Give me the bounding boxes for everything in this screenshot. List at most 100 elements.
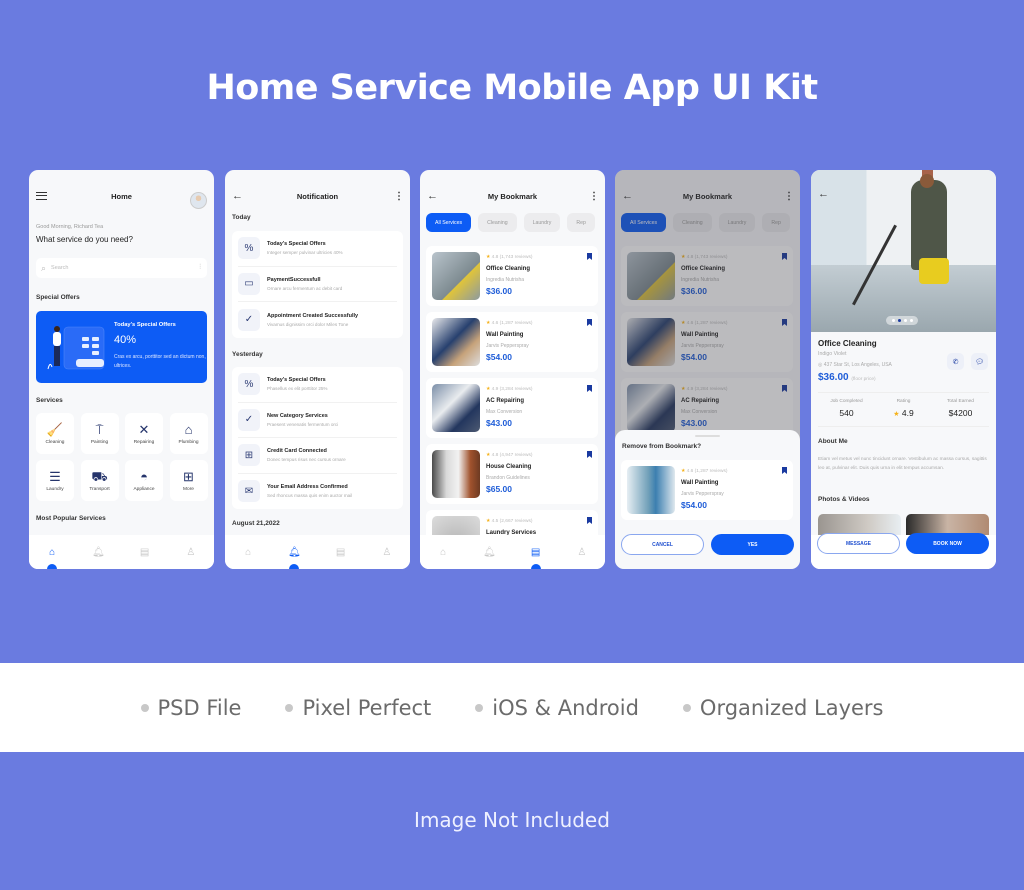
tab-profile[interactable]: ♙ [181,547,201,558]
star-icon: ★ [486,519,491,524]
home-screen: Home Good Morning, Richard Tea What serv… [29,170,214,569]
filter-icon[interactable]: ⫶ [199,264,201,272]
remove-bookmark-sheet: Remove from Bookmark? ★ 4.6 (1,287 revie… [615,430,800,569]
section-today: Today [232,214,251,221]
tab-notifications[interactable]: 🔔︎ [88,547,108,558]
bookmark-card[interactable]: ★ 4.6 (1,287 reviews) Wall Painting Jarv… [426,312,598,372]
bullet-icon [140,703,149,712]
chip-repairing[interactable]: Rep [567,213,595,232]
special-offer-banner[interactable]: Today's Special Offers 40% Cras ex arcu,… [36,311,207,383]
services-grid: 🧹 Cleaning ⍑ Painting ✕ Repairing ⌂ Plumbing… [36,413,208,501]
back-arrow-icon[interactable]: ← [427,190,438,202]
service-price: $36.00 [818,372,849,383]
percent-icon: % [238,373,260,396]
offer-title: Today's Special Offers [114,322,176,328]
bookmark-card[interactable]: ★ 4.9 (3,284 reviews) AC Repairing Max C… [426,378,598,438]
service-photo-carousel[interactable]: ← [811,170,996,332]
photos-heading: Photos & Videos [818,496,870,503]
mail-icon: ✉ [238,480,260,503]
tab-bookings[interactable]: ▤ [331,547,351,558]
question-heading: What service do you need? [36,235,133,244]
chat-icon[interactable]: 💬︎ [971,353,988,370]
avatar[interactable] [190,192,207,209]
remove-bookmark-screen: ← My Bookmark ⋮ All Services Cleaning La… [615,170,800,569]
book-now-button[interactable]: BOOK NOW [906,533,989,554]
bookmark-icon[interactable] [587,451,592,458]
service-more[interactable]: ⊞ More [169,460,208,501]
services-heading: Services [36,397,63,404]
notification-item[interactable]: % Today's Special Offers Phasellus ex eli… [238,367,397,403]
service-transport[interactable]: ⛟ Transport [80,460,119,501]
service-plumbing[interactable]: ⌂ Plumbing [169,413,208,454]
tab-home[interactable]: ⌂ [433,547,453,558]
star-icon: ★ [486,321,491,326]
features-strip: PSD File Pixel Perfect iOS & Android Org… [0,663,1024,752]
service-appliance[interactable]: ◓ Appliance [125,460,163,501]
sheet-title: Remove from Bookmark? [622,443,702,450]
bookmark-icon[interactable] [587,253,592,260]
about-heading: About Me [818,438,848,445]
menu-icon[interactable] [36,192,47,200]
tab-home[interactable]: ⌂ [42,547,62,569]
screen-title: Notification [296,191,339,201]
tab-notifications[interactable]: 🔔︎ [284,547,304,569]
service-painting[interactable]: ⍑ Painting [80,413,119,454]
provider-stats: Job Completed 540 Rating ★ 4.9 Total Earne… [818,392,989,427]
cancel-button[interactable]: CANCEL [621,534,704,555]
percent-icon: % [238,237,260,260]
check-circle-icon: ✓ [238,308,260,331]
tab-bar: ⌂ 🔔︎ ▤ ♙ [29,535,214,569]
chip-all-services[interactable]: All Services [426,213,472,232]
service-image [432,450,480,498]
search-input[interactable]: ⌕ Search ⫶ [36,258,207,278]
location-pin-icon: ◎ [818,362,823,368]
screen-title: Home [111,191,132,201]
bullet-icon [475,703,484,712]
star-icon: ★ [486,453,491,458]
bookmark-icon[interactable] [587,319,592,326]
feature-item: PSD File [140,696,241,720]
bookmark-card[interactable]: ★ 4.8 (4,947 reviews) House Cleaning Bra… [426,444,598,504]
confirm-remove-button[interactable]: YES [711,534,794,555]
stat-earned: Total Earned $4200 [947,399,974,418]
chip-laundry[interactable]: Laundry [523,213,561,232]
search-placeholder: Search [51,265,69,271]
more-vertical-icon[interactable]: ⋮ [589,191,599,202]
search-icon: ⌕ [41,262,47,273]
service-image [432,252,480,300]
service-repairing[interactable]: ✕ Repairing [125,413,163,454]
notification-item[interactable]: ✓ Appointment Created Successfully Vivamu… [238,302,397,338]
notification-item[interactable]: ⊞ Credit Card Connected Donec tempus risu… [238,438,397,474]
about-text: Etiam vel metus vel nunc tincidunt ornar… [818,457,987,471]
phone-icon[interactable]: ✆ [947,353,964,370]
star-icon: ★ [681,469,686,474]
notification-item[interactable]: ✉ Your Email Address Confirmed Sed rhoncu… [238,474,397,510]
tab-profile[interactable]: ♙ [377,547,397,558]
chip-cleaning[interactable]: Cleaning [478,213,517,232]
notification-item[interactable]: % Today's Special Offers Integer semper p… [238,231,397,267]
tab-bookings[interactable]: ▤ [135,547,155,558]
bookmark-icon[interactable] [587,385,592,392]
popular-services-heading: Most Popular Services [36,515,106,522]
notification-item[interactable]: ✓ New Category Services Praesent venenati… [238,403,397,438]
more-vertical-icon[interactable]: ⋮ [394,191,404,202]
bookmark-card[interactable]: ★ 4.8 (1,743 reviews) Office Cleaning In… [426,246,598,306]
back-arrow-icon[interactable]: ← [818,188,829,200]
house-icon: ⌂ [184,421,193,437]
category-chips: All Services Cleaning Laundry Rep [426,213,595,232]
service-laundry[interactable]: ☰ Laundry [36,460,74,501]
back-arrow-icon[interactable]: ← [232,190,243,202]
tab-notifications[interactable]: 🔔︎ [479,547,499,558]
stat-rating: Rating ★ 4.9 [893,399,914,418]
tab-bookings[interactable]: ▤ [526,547,546,569]
star-icon: ★ [893,411,900,418]
notification-item[interactable]: ▭ PaymentSuccessfull Ornare arcu fermentu… [238,267,397,302]
grid-icon: ⊞ [183,468,194,484]
tab-profile[interactable]: ♙ [572,547,592,558]
message-button[interactable]: MESSAGE [817,533,900,554]
service-title: Office Cleaning [818,339,877,348]
tab-home[interactable]: ⌂ [238,547,258,558]
bookmark-icon[interactable] [587,517,592,524]
service-cleaning[interactable]: 🧹 Cleaning [36,413,74,454]
sheet-handle[interactable] [695,435,720,437]
